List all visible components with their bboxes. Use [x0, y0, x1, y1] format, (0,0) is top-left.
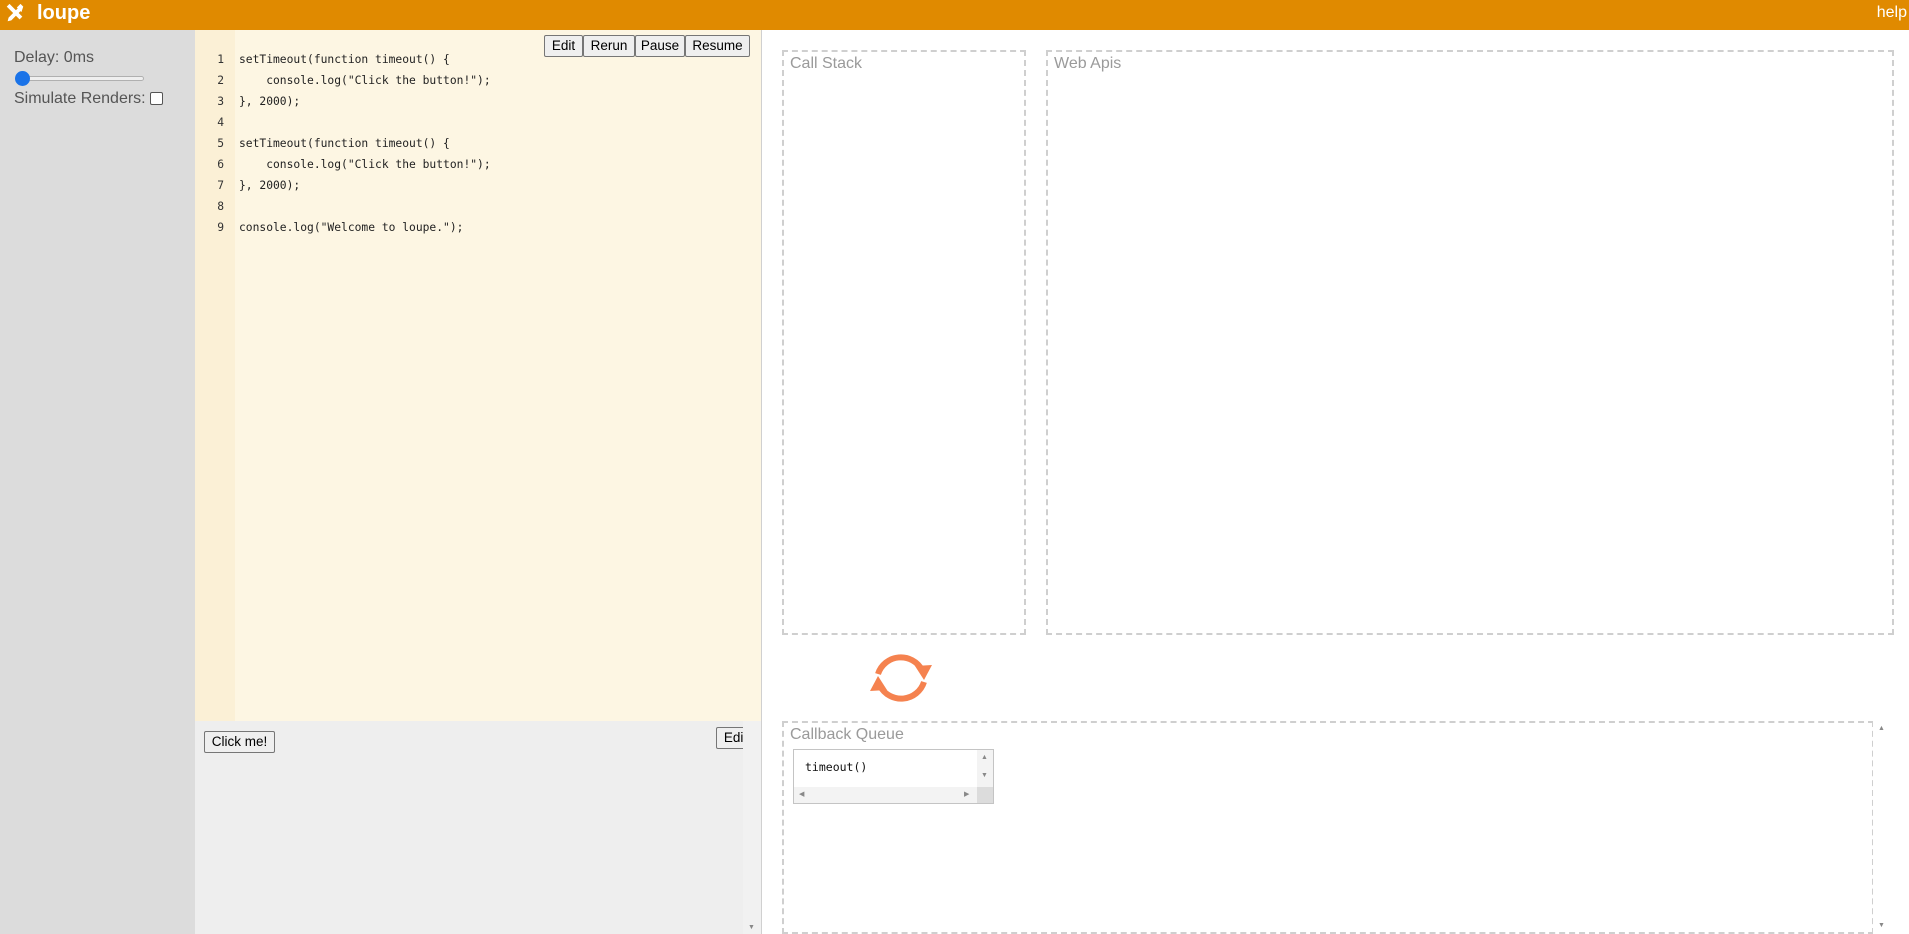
code-line: 7 }, 2000);: [195, 175, 761, 196]
scroll-up-icon[interactable]: ▲: [981, 754, 988, 762]
panel-divider[interactable]: [761, 30, 762, 934]
edit-code-button[interactable]: Edit: [544, 35, 583, 57]
settings-panel: Delay: 0ms Simulate Renders:: [0, 30, 195, 934]
call-stack-panel: Call Stack: [782, 50, 1026, 635]
code-text: console.log("Click the button!");: [239, 74, 491, 87]
item-vertical-scrollbar[interactable]: ▲ ▼: [977, 750, 993, 788]
callback-queue-title: Callback Queue: [790, 726, 904, 743]
code-text: }, 2000);: [239, 95, 301, 108]
code-text: console.log("Welcome to loupe.");: [239, 221, 464, 234]
scroll-up-icon[interactable]: ▲: [1878, 725, 1885, 733]
rerun-button[interactable]: Rerun: [583, 35, 635, 57]
help-link[interactable]: help: [1877, 3, 1907, 23]
queue-item: timeout() ▲ ▼ ◀ ▶: [793, 749, 994, 804]
code-line: 8: [195, 196, 761, 217]
delay-slider-thumb[interactable]: [15, 71, 30, 86]
code-line: 5 setTimeout(function timeout() {: [195, 133, 761, 154]
app-title: loupe: [37, 2, 91, 24]
html-preview: Click me! Edit ▼: [195, 721, 761, 934]
code-line: 9 console.log("Welcome to loupe.");: [195, 217, 761, 238]
item-horizontal-scrollbar[interactable]: ◀ ▶: [794, 787, 977, 803]
scroll-down-icon[interactable]: ▼: [748, 924, 755, 932]
queue-scrollbar[interactable]: ▲ ▼: [1873, 721, 1891, 934]
code-line: 6 console.log("Click the button!");: [195, 154, 761, 175]
code-text: }, 2000);: [239, 179, 301, 192]
line-number: 9: [217, 221, 224, 234]
line-number: 1: [217, 53, 224, 66]
line-number: 6: [217, 158, 224, 171]
code-line: 3 }, 2000);: [195, 91, 761, 112]
tools-icon: [6, 3, 24, 22]
scroll-left-icon[interactable]: ◀: [799, 791, 804, 799]
line-number: 4: [217, 116, 224, 129]
code-text: setTimeout(function timeout() {: [239, 137, 450, 150]
web-apis-title: Web Apis: [1054, 55, 1122, 72]
call-stack-title: Call Stack: [790, 55, 863, 72]
preview-scrollbar[interactable]: ▼: [743, 721, 761, 934]
resume-button[interactable]: Resume: [685, 35, 750, 57]
scroll-down-icon[interactable]: ▼: [1878, 922, 1885, 930]
queue-item-label: timeout(): [805, 760, 868, 774]
event-loop-icon: [870, 654, 932, 702]
scroll-down-icon[interactable]: ▼: [981, 772, 988, 780]
scrollbar-corner: [977, 787, 993, 803]
line-number: 7: [217, 179, 224, 192]
scroll-right-icon[interactable]: ▶: [964, 791, 969, 799]
simulate-renders-checkbox[interactable]: [150, 92, 163, 105]
web-apis-panel: Web Apis: [1046, 50, 1894, 635]
line-number: 3: [217, 95, 224, 108]
line-number: 5: [217, 137, 224, 150]
delay-label: Delay: 0ms: [14, 49, 95, 66]
code-text: console.log("Click the button!");: [239, 158, 491, 171]
code-text: setTimeout(function timeout() {: [239, 53, 450, 66]
code-line: 4: [195, 112, 761, 133]
code-editor[interactable]: 1 setTimeout(function timeout() { 2 conso…: [195, 30, 761, 721]
line-number: 8: [217, 200, 224, 213]
app-header: loupe help: [0, 0, 1909, 30]
delay-slider[interactable]: [18, 76, 144, 81]
code-line: 2 console.log("Click the button!");: [195, 70, 761, 91]
line-number: 2: [217, 74, 224, 87]
simulate-renders-label: Simulate Renders:: [14, 90, 146, 107]
click-me-button[interactable]: Click me!: [204, 731, 275, 753]
pause-button[interactable]: Pause: [635, 35, 685, 57]
